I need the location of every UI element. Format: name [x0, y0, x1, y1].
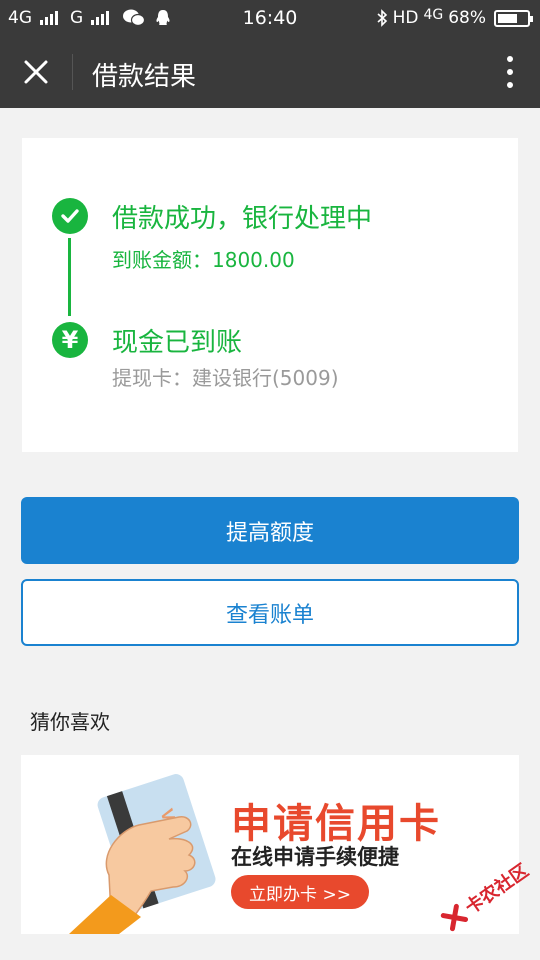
step-1-title: 借款成功，银行处理中 — [112, 204, 373, 234]
battery-percent: 68% — [448, 8, 486, 28]
loan-result-card: 借款成功，银行处理中 到账金额：1800.00 ¥ 现金已到账 提现卡：建设银行… — [22, 138, 518, 452]
close-button[interactable] — [14, 50, 58, 94]
banner-subtitle: 在线申请手续便捷 — [231, 845, 399, 869]
apply-card-button[interactable]: 立即办卡 >> — [231, 875, 369, 909]
check-icon — [52, 198, 88, 234]
more-dot-icon — [507, 69, 513, 75]
battery-icon — [494, 9, 533, 27]
recommend-section-title: 猜你喜欢 — [30, 710, 110, 734]
credit-card-hand-icon: VISA — [69, 774, 216, 934]
status-right: HD 4G 68% — [376, 7, 533, 28]
step-1-amount: 到账金额：1800.00 — [112, 248, 295, 272]
bluetooth-icon — [377, 9, 387, 27]
close-icon — [24, 60, 48, 84]
battery-fill — [498, 13, 517, 23]
nav-bar: 借款结果 — [0, 36, 540, 108]
yuan-icon: ¥ — [52, 322, 88, 358]
more-menu-button[interactable] — [498, 52, 522, 92]
step-2-card: 提现卡：建设银行(5009) — [112, 366, 339, 390]
view-bill-button[interactable]: 查看账单 — [21, 579, 519, 646]
status-bar: 4G G 16:40 HD 4G 68% — [0, 0, 540, 36]
network-label-3: 4G — [423, 7, 444, 23]
timeline-connector — [68, 238, 71, 316]
step-2-title: 现金已到账 — [112, 328, 243, 358]
nav-divider — [72, 54, 73, 90]
more-dot-icon — [507, 82, 513, 88]
page-title: 借款结果 — [92, 62, 197, 92]
more-dot-icon — [507, 56, 513, 62]
hd-label: HD — [392, 8, 419, 28]
raise-limit-button[interactable]: 提高额度 — [21, 497, 519, 564]
